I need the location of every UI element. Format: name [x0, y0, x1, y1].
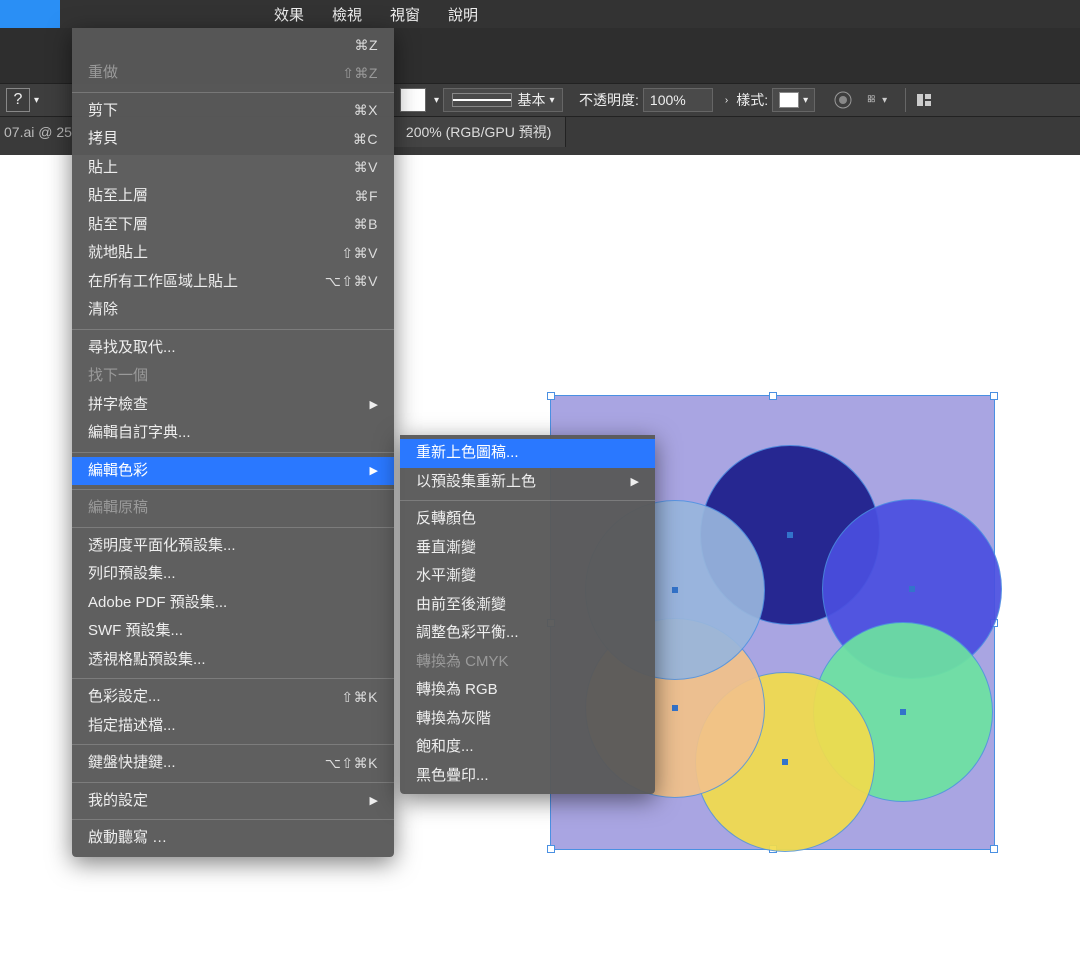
menu-item[interactable]: 貼至上層⌘F	[72, 182, 394, 211]
menu-item[interactable]: 重新上色圖稿...	[400, 439, 655, 468]
menu-item[interactable]: 清除	[72, 296, 394, 325]
chevron-down-icon: ▾	[434, 95, 439, 106]
menu-item: 重做⇧⌘Z	[72, 59, 394, 88]
opacity-label: 不透明度:	[579, 90, 639, 110]
menu-item[interactable]: 拼字檢查▶	[72, 391, 394, 420]
edit-menu: ⌘Z重做⇧⌘Z 剪下⌘X拷貝⌘C貼上⌘V貼至上層⌘F貼至下層⌘B就地貼上⇧⌘V在所…	[72, 28, 394, 857]
selection-handle[interactable]	[990, 392, 998, 400]
edit-colors-submenu: 重新上色圖稿...以預設集重新上色▶ 反轉顏色垂直漸變水平漸變由前至後漸變調整色彩…	[400, 435, 655, 794]
chevron-right-icon: ›	[725, 95, 728, 106]
opacity-input[interactable]: 100%	[643, 88, 713, 112]
menu-item[interactable]: 色彩設定...⇧⌘K	[72, 683, 394, 712]
center-anchor	[672, 705, 678, 711]
menu-item[interactable]: 剪下⌘X	[72, 97, 394, 126]
menu-item[interactable]: 拷貝⌘C	[72, 125, 394, 154]
menu-edit-active[interactable]	[0, 0, 60, 28]
menu-item[interactable]: 啟動聽寫 …	[72, 824, 394, 853]
style-swatch[interactable]: ▾	[772, 88, 815, 112]
menu-item[interactable]: 透明度平面化預設集...	[72, 532, 394, 561]
center-anchor	[900, 709, 906, 715]
menu-item[interactable]: 列印預設集...	[72, 560, 394, 589]
center-anchor	[909, 586, 915, 592]
stroke-style-dropdown[interactable]: 基本 ▾	[443, 88, 563, 112]
align-icon[interactable]: ▾	[867, 90, 887, 110]
menu-item[interactable]: 就地貼上⇧⌘V	[72, 239, 394, 268]
menu-item[interactable]: 在所有工作區域上貼上⌥⇧⌘V	[72, 268, 394, 297]
selection-handle[interactable]	[990, 845, 998, 853]
menu-item[interactable]: 說明	[434, 0, 492, 28]
document-tab[interactable]: 200% (RGB/GPU 預視)	[392, 117, 566, 147]
menu-item: 編輯原稿	[72, 494, 394, 523]
doc-tab-left[interactable]: 07.ai @ 25	[0, 124, 72, 140]
menu-item[interactable]: 鍵盤快捷鍵...⌥⇧⌘K	[72, 749, 394, 778]
menu-item[interactable]: 檢視	[318, 0, 376, 28]
center-anchor	[782, 759, 788, 765]
menu-item[interactable]: 黑色疊印...	[400, 762, 655, 791]
menu-item[interactable]: 指定描述檔...	[72, 712, 394, 741]
menu-item[interactable]: 轉換為 RGB	[400, 676, 655, 705]
style-label: 樣式:	[736, 90, 768, 110]
menu-item[interactable]: 調整色彩平衡...	[400, 619, 655, 648]
menu-item[interactable]: 編輯自訂字典...	[72, 419, 394, 448]
menu-item[interactable]: 尋找及取代...	[72, 334, 394, 363]
center-anchor	[787, 532, 793, 538]
menu-item[interactable]: 視窗	[376, 0, 434, 28]
recolor-icon[interactable]	[833, 90, 853, 110]
menu-item[interactable]: SWF 預設集...	[72, 617, 394, 646]
menu-item[interactable]: 由前至後漸變	[400, 591, 655, 620]
menu-item[interactable]: 我的設定▶	[72, 787, 394, 816]
menu-item[interactable]: ⌘Z	[72, 32, 394, 59]
menu-item[interactable]: 效果	[260, 0, 318, 28]
menu-item[interactable]: 貼上⌘V	[72, 154, 394, 183]
selection-handle[interactable]	[547, 392, 555, 400]
menu-item[interactable]: 以預設集重新上色▶	[400, 468, 655, 497]
menu-item: 找下一個	[72, 362, 394, 391]
menu-item[interactable]: 貼至下層⌘B	[72, 211, 394, 240]
menu-item: 轉換為 CMYK	[400, 648, 655, 677]
help-tool[interactable]: ?▾	[6, 88, 56, 112]
selection-handle[interactable]	[547, 845, 555, 853]
menu-item[interactable]: 透視格點預設集...	[72, 646, 394, 675]
menu-item[interactable]: 轉換為灰階	[400, 705, 655, 734]
menu-item[interactable]: 垂直漸變	[400, 534, 655, 563]
menu-item[interactable]: 飽和度...	[400, 733, 655, 762]
menu-item[interactable]: 編輯色彩▶	[72, 457, 394, 486]
center-anchor	[672, 587, 678, 593]
system-menubar: 效果 檢視 視窗 說明	[0, 0, 1080, 28]
essentials-icon[interactable]	[914, 90, 934, 110]
menu-item[interactable]: 水平漸變	[400, 562, 655, 591]
stroke-preview	[452, 93, 512, 107]
menu-item[interactable]: Adobe PDF 預設集...	[72, 589, 394, 618]
selection-handle[interactable]	[769, 392, 777, 400]
menu-item[interactable]: 反轉顏色	[400, 505, 655, 534]
fill-swatch[interactable]	[400, 88, 426, 112]
